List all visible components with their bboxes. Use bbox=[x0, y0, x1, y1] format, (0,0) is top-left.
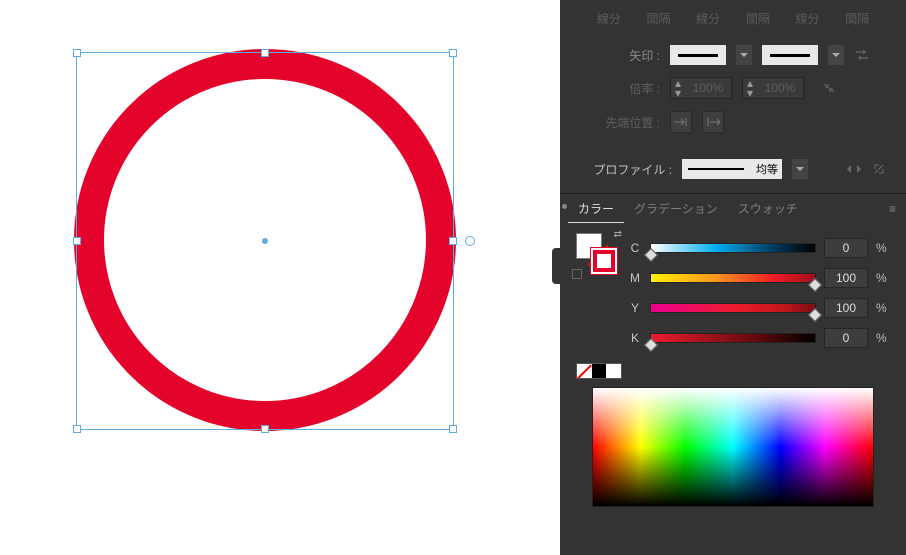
scale-value: 100% bbox=[685, 81, 731, 95]
gap-label: 間隔 bbox=[733, 10, 783, 27]
slider-thumb[interactable] bbox=[808, 308, 822, 322]
stroke-swatch-icon[interactable] bbox=[590, 247, 618, 275]
panel-tabs: カラー グラデーション スウォッチ ≡ bbox=[560, 193, 906, 223]
flip-along-icon[interactable] bbox=[846, 163, 862, 175]
live-shape-widget-icon[interactable] bbox=[465, 236, 475, 246]
dash-label: 線分 bbox=[783, 10, 833, 27]
tab-swatches[interactable]: スウォッチ bbox=[728, 194, 808, 223]
percent-label: % bbox=[876, 331, 890, 345]
slider-thumb[interactable] bbox=[808, 278, 822, 292]
channel-value-input[interactable]: 100 bbox=[824, 268, 868, 288]
tab-gradient[interactable]: グラデーション bbox=[624, 194, 728, 223]
swap-arrowheads-icon[interactable] bbox=[854, 47, 870, 63]
step-down-icon[interactable]: ▾ bbox=[671, 88, 685, 98]
resize-handle-br[interactable] bbox=[449, 425, 457, 433]
panel-collapse-dot-icon[interactable] bbox=[562, 204, 567, 209]
white-swatch[interactable] bbox=[606, 364, 621, 378]
arrowhead-end-dropdown[interactable] bbox=[762, 45, 818, 65]
tab-color[interactable]: カラー bbox=[568, 194, 624, 223]
channel-value-input[interactable]: 0 bbox=[824, 328, 868, 348]
black-swatch[interactable] bbox=[592, 364, 607, 378]
color-spectrum-picker[interactable] bbox=[592, 387, 874, 507]
channel-label: M bbox=[628, 271, 642, 285]
chevron-down-icon[interactable] bbox=[792, 159, 808, 179]
percent-label: % bbox=[876, 241, 890, 255]
align-tip-extend-button[interactable] bbox=[670, 111, 692, 133]
properties-sidebar: 線分 間隔 線分 間隔 線分 間隔 矢印 : 倍率 : ▴▾ 100% ▴▾ 1… bbox=[560, 0, 906, 555]
fill-stroke-proxy[interactable]: ⇄ bbox=[576, 233, 618, 275]
channel-value-input[interactable]: 100 bbox=[824, 298, 868, 318]
resize-handle-t[interactable] bbox=[261, 49, 269, 57]
gap-label: 間隔 bbox=[634, 10, 684, 27]
channel-label: K bbox=[628, 331, 642, 345]
chevron-down-icon[interactable] bbox=[736, 45, 752, 65]
color-slider-k[interactable] bbox=[650, 333, 816, 343]
resize-handle-tl[interactable] bbox=[73, 49, 81, 57]
dash-label: 線分 bbox=[683, 10, 733, 27]
color-slider-y[interactable] bbox=[650, 303, 816, 313]
width-profile-dropdown[interactable]: 均等 bbox=[682, 159, 782, 179]
resize-handle-b[interactable] bbox=[261, 425, 269, 433]
dash-label: 線分 bbox=[584, 10, 634, 27]
step-down-icon[interactable]: ▾ bbox=[743, 88, 757, 98]
scale-label: 倍率 : bbox=[580, 80, 660, 97]
link-scale-icon[interactable] bbox=[820, 79, 838, 97]
none-swatch-icon[interactable] bbox=[577, 364, 592, 378]
arrowhead-start-dropdown[interactable] bbox=[670, 45, 726, 65]
center-point-icon bbox=[262, 238, 268, 244]
scale-value: 100% bbox=[757, 81, 803, 95]
resize-handle-l[interactable] bbox=[73, 237, 81, 245]
resize-handle-bl[interactable] bbox=[73, 425, 81, 433]
panel-dock-grip[interactable] bbox=[552, 248, 560, 284]
slider-thumb[interactable] bbox=[644, 248, 658, 262]
quick-swatches bbox=[576, 363, 622, 379]
resize-handle-tr[interactable] bbox=[449, 49, 457, 57]
align-stroke-label: 先端位置 : bbox=[580, 114, 660, 131]
percent-label: % bbox=[876, 271, 890, 285]
gap-label: 間隔 bbox=[832, 10, 882, 27]
panel-menu-icon[interactable]: ≡ bbox=[889, 202, 898, 216]
default-fill-stroke-icon[interactable] bbox=[572, 269, 582, 279]
channel-label: C bbox=[628, 241, 642, 255]
swap-fill-stroke-icon[interactable]: ⇄ bbox=[614, 229, 622, 240]
slider-thumb[interactable] bbox=[644, 338, 658, 352]
selection-bounding-box[interactable] bbox=[76, 52, 454, 430]
dash-gap-header: 線分 間隔 線分 間隔 線分 間隔 bbox=[560, 6, 906, 39]
arrow-scale-start-input[interactable]: ▴▾ 100% bbox=[670, 77, 732, 99]
stroke-panel: 線分 間隔 線分 間隔 線分 間隔 矢印 : 倍率 : ▴▾ 100% ▴▾ 1… bbox=[560, 0, 906, 185]
channel-label: Y bbox=[628, 301, 642, 315]
color-slider-m[interactable] bbox=[650, 273, 816, 283]
profile-label: プロファイル : bbox=[580, 161, 672, 178]
resize-handle-r[interactable] bbox=[449, 237, 457, 245]
chevron-down-icon[interactable] bbox=[828, 45, 844, 65]
align-tip-end-button[interactable] bbox=[702, 111, 724, 133]
arrow-scale-end-input[interactable]: ▴▾ 100% bbox=[742, 77, 804, 99]
color-slider-c[interactable] bbox=[650, 243, 816, 253]
percent-label: % bbox=[876, 301, 890, 315]
arrowheads-label: 矢印 : bbox=[580, 47, 660, 64]
flip-across-icon[interactable] bbox=[872, 162, 886, 176]
canvas-artboard[interactable] bbox=[0, 0, 560, 555]
color-panel: ⇄ C 0% M 100% Y 100% K 0% bbox=[560, 223, 906, 507]
channel-value-input[interactable]: 0 bbox=[824, 238, 868, 258]
profile-value: 均等 bbox=[756, 161, 778, 177]
